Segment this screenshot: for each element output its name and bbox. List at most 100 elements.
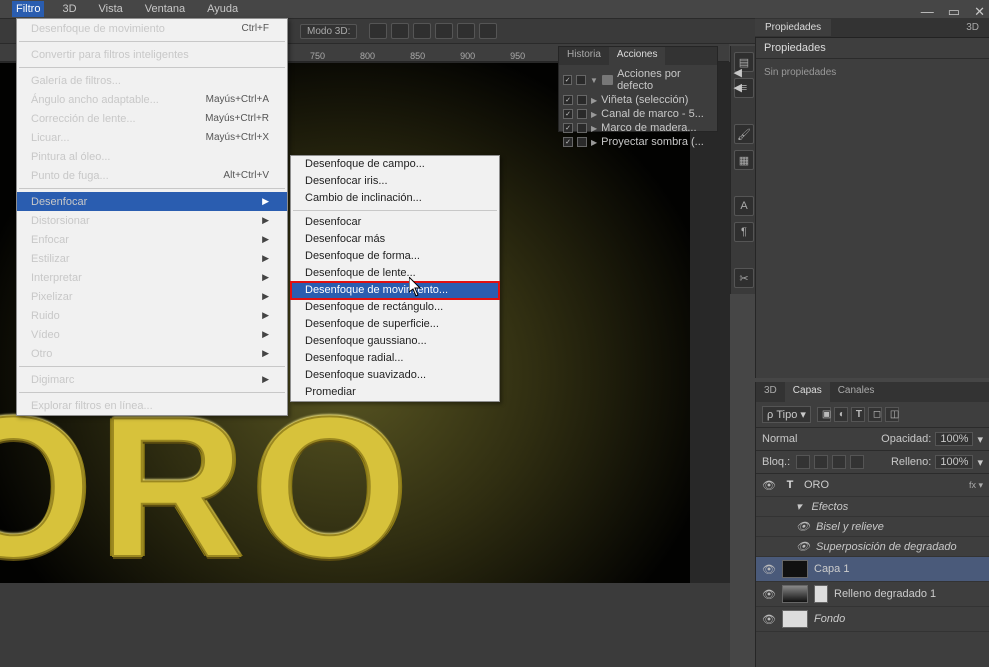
mode3d-icon-4[interactable]	[435, 23, 453, 39]
filter-shape-icon[interactable]: ◻	[868, 407, 882, 422]
mi-adaptive-wide[interactable]: Ángulo ancho adaptable...Mayús+Ctrl+A	[17, 90, 287, 109]
menu-ayuda[interactable]: Ayuda	[203, 1, 242, 17]
maximize-icon[interactable]: ▭	[948, 4, 960, 20]
mi-convert-smart[interactable]: Convertir para filtros inteligentes	[17, 45, 287, 64]
mi-distort[interactable]: Distorsionar▶	[17, 211, 287, 230]
mi-oil-paint[interactable]: Pintura al óleo...	[17, 147, 287, 166]
mi-video[interactable]: Vídeo▶	[17, 325, 287, 344]
check-icon[interactable]: ✓	[563, 109, 573, 119]
mode3d-icon-5[interactable]	[457, 23, 475, 39]
vtool-paragraph-icon[interactable]: ¶	[734, 222, 754, 242]
opacity-value[interactable]: 100%	[935, 432, 973, 446]
mi-render[interactable]: Interpretar▶	[17, 268, 287, 287]
mi-filter-gallery[interactable]: Galería de filtros...	[17, 71, 287, 90]
smi-shape-blur[interactable]: Desenfoque de forma...	[291, 248, 499, 265]
smi-motion-blur[interactable]: Desenfoque de movimiento...	[291, 282, 499, 299]
visibility-icon[interactable]: 👁	[762, 588, 776, 601]
blend-mode[interactable]: Normal	[762, 433, 832, 445]
visibility-icon[interactable]: 👁	[762, 563, 776, 576]
action-row[interactable]: ✓▶Proyectar sombra (...	[561, 135, 715, 149]
smi-blur-more[interactable]: Desenfocar más	[291, 231, 499, 248]
minimize-icon[interactable]: —	[921, 4, 934, 20]
lock-pixels-icon[interactable]	[796, 455, 810, 469]
mi-blur-submenu[interactable]: Desenfocar▶	[17, 192, 287, 211]
chevron-down-icon[interactable]: ▾	[796, 500, 802, 513]
layer-item-oro[interactable]: 👁 T ORO fx ▾	[756, 474, 989, 497]
mi-digimarc[interactable]: Digimarc▶	[17, 370, 287, 389]
filter-smart-icon[interactable]: ◫	[885, 407, 899, 422]
mi-lens-correction[interactable]: Corrección de lente...Mayús+Ctrl+R	[17, 109, 287, 128]
mode3d-icon-3[interactable]	[413, 23, 431, 39]
fx-badge[interactable]: fx ▾	[969, 480, 983, 491]
check-icon[interactable]: ✓	[563, 123, 573, 133]
layer-item-gradient[interactable]: 👁 Relleno degradado 1	[756, 582, 989, 607]
vtool-scissors-icon[interactable]: ✂	[734, 268, 754, 288]
visibility-icon[interactable]: 👁	[796, 520, 810, 533]
close-icon[interactable]: ✕	[974, 4, 985, 20]
rec-icon[interactable]	[577, 95, 587, 105]
fill-value[interactable]: 100%	[935, 455, 973, 469]
layer-item-fondo[interactable]: 👁 Fondo	[756, 607, 989, 632]
action-row[interactable]: ✓▼Acciones por defecto	[561, 67, 715, 93]
tab-canales[interactable]: Canales	[830, 382, 883, 402]
layer-effects[interactable]: ▾Efectos	[756, 497, 989, 517]
mode3d-icon-1[interactable]	[369, 23, 387, 39]
layer-effect-grad[interactable]: 👁Superposición de degradado	[756, 537, 989, 557]
tab-propiedades[interactable]: Propiedades	[755, 19, 831, 36]
menu-filtro[interactable]: Filtro	[12, 1, 44, 17]
rec-icon[interactable]	[577, 109, 587, 119]
filter-text-icon[interactable]: T	[851, 407, 865, 422]
menu-vista[interactable]: Vista	[95, 1, 127, 17]
rec-icon[interactable]	[577, 123, 587, 133]
filter-img-icon[interactable]: ▣	[817, 407, 831, 422]
vtool-swatches-icon[interactable]: ▦	[734, 150, 754, 170]
smi-radial-blur[interactable]: Desenfoque radial...	[291, 350, 499, 367]
smi-box-blur[interactable]: Desenfoque de rectángulo...	[291, 299, 499, 316]
smi-iris-blur[interactable]: Desenfocar iris...	[291, 173, 499, 190]
check-icon[interactable]: ✓	[563, 137, 573, 147]
check-icon[interactable]: ✓	[563, 75, 572, 85]
chevron-down-icon[interactable]: ▾	[977, 433, 983, 446]
lock-fill-icon[interactable]	[850, 455, 864, 469]
tab-3d-right[interactable]: 3D	[956, 19, 989, 36]
mi-sharpen[interactable]: Enfocar▶	[17, 230, 287, 249]
visibility-icon[interactable]: 👁	[762, 613, 776, 626]
action-row[interactable]: ✓▶Canal de marco - 5...	[561, 107, 715, 121]
chevron-down-icon[interactable]: ▾	[977, 456, 983, 469]
smi-blur[interactable]: Desenfocar	[291, 214, 499, 231]
mi-noise[interactable]: Ruido▶	[17, 306, 287, 325]
mi-stylize[interactable]: Estilizar▶	[17, 249, 287, 268]
tab-capas[interactable]: Capas	[785, 382, 830, 402]
smi-average[interactable]: Promediar	[291, 384, 499, 401]
layer-item-capa1[interactable]: 👁 Capa 1	[756, 557, 989, 582]
mode3d-icon-6[interactable]	[479, 23, 497, 39]
rec-icon[interactable]	[577, 137, 587, 147]
smi-lens-blur[interactable]: Desenfoque de lente...	[291, 265, 499, 282]
tab-3d-layers[interactable]: 3D	[756, 382, 785, 402]
smi-smart-blur[interactable]: Desenfoque suavizado...	[291, 367, 499, 384]
tab-historia[interactable]: Historia	[559, 47, 609, 65]
layer-filter-kind[interactable]: ρ Tipo ▾	[762, 406, 811, 423]
mi-other[interactable]: Otro▶	[17, 344, 287, 363]
mi-vanishing-point[interactable]: Punto de fuga...Alt+Ctrl+V	[17, 166, 287, 185]
vtool-brush-icon[interactable]: 🖌	[734, 124, 754, 144]
visibility-icon[interactable]: 👁	[796, 540, 810, 553]
smi-surface-blur[interactable]: Desenfoque de superficie...	[291, 316, 499, 333]
layer-effect-bevel[interactable]: 👁Bisel y relieve	[756, 517, 989, 537]
smi-gaussian-blur[interactable]: Desenfoque gaussiano...	[291, 333, 499, 350]
filter-adj-icon[interactable]: ◐	[834, 407, 848, 422]
check-icon[interactable]: ✓	[563, 95, 573, 105]
action-row[interactable]: ✓▶Viñeta (selección)	[561, 93, 715, 107]
mode3d-icon-2[interactable]	[391, 23, 409, 39]
smi-field-blur[interactable]: Desenfoque de campo...	[291, 156, 499, 173]
mi-liquify[interactable]: Licuar...Mayús+Ctrl+X	[17, 128, 287, 147]
smi-tilt-shift[interactable]: Cambio de inclinación...	[291, 190, 499, 207]
lock-all-icon[interactable]	[832, 455, 846, 469]
lock-position-icon[interactable]	[814, 455, 828, 469]
menu-ventana[interactable]: Ventana	[141, 1, 189, 17]
mi-browse-online[interactable]: Explorar filtros en línea...	[17, 396, 287, 415]
tab-acciones[interactable]: Acciones	[609, 47, 666, 65]
menu-3d[interactable]: 3D	[58, 1, 80, 17]
action-row[interactable]: ✓▶Marco de madera...	[561, 121, 715, 135]
vtool-character-icon[interactable]: A	[734, 196, 754, 216]
